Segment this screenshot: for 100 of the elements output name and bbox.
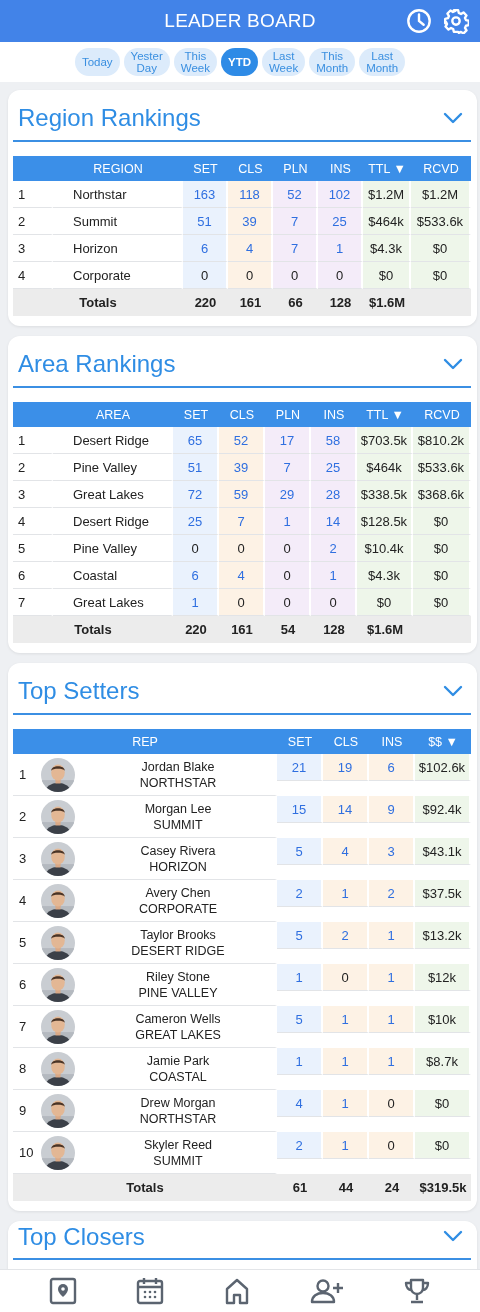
column-header[interactable]: INS xyxy=(318,156,363,181)
chevron-down-icon[interactable] xyxy=(443,358,463,370)
rep-cell[interactable]: 4 Avery Chen CORPORATE xyxy=(13,880,277,922)
chevron-down-icon[interactable] xyxy=(443,1230,463,1243)
table-cell: $533.6k xyxy=(413,454,471,481)
table-cell: 14 xyxy=(323,796,369,823)
table-cell: $0 xyxy=(413,535,471,562)
table-cell: 1 xyxy=(323,880,369,907)
rep-name: Jordan Blake xyxy=(141,758,215,775)
column-header[interactable]: $$ ▼ xyxy=(415,729,471,754)
period-tab[interactable]: Last Week xyxy=(261,48,306,76)
period-tab[interactable]: Last Month xyxy=(359,48,406,76)
column-header[interactable]: SET xyxy=(173,402,219,427)
period-tab[interactable]: This Month xyxy=(309,48,356,76)
calendar-icon[interactable] xyxy=(136,1277,165,1305)
total-cell xyxy=(413,616,471,643)
table-cell: 2 xyxy=(323,922,369,949)
column-header[interactable]: INS xyxy=(369,729,415,754)
table-cell: $464k xyxy=(363,208,411,235)
column-header: REGION xyxy=(53,156,183,181)
rep-cell[interactable]: 1 Jordan Blake NORTHSTAR xyxy=(13,754,277,796)
add-user-icon[interactable] xyxy=(309,1277,344,1305)
table-cell: 21 xyxy=(277,754,323,781)
page-title: LEADER BOARD xyxy=(164,10,316,32)
table-cell: 1 xyxy=(173,589,219,616)
period-tab[interactable]: YTD xyxy=(220,48,258,76)
total-cell: $1.6M xyxy=(357,616,413,643)
chevron-down-icon[interactable] xyxy=(443,685,463,697)
table-cell: 0 xyxy=(173,535,219,562)
column-header[interactable]: CLS xyxy=(323,729,369,754)
column-header[interactable]: PLN xyxy=(265,402,311,427)
table-cell: 19 xyxy=(323,754,369,781)
rank-number: 8 xyxy=(19,1061,28,1076)
table-cell: 2 xyxy=(369,880,415,907)
clock-icon[interactable] xyxy=(406,8,432,34)
total-cell: 161 xyxy=(219,616,265,643)
table-cell: $0 xyxy=(415,1090,471,1117)
chevron-down-icon[interactable] xyxy=(443,112,463,124)
total-cell: 220 xyxy=(173,616,219,643)
section-title: Top Closers xyxy=(18,1224,145,1251)
trophy-icon[interactable] xyxy=(402,1277,431,1305)
column-header[interactable]: PLN xyxy=(273,156,318,181)
total-cell: 44 xyxy=(323,1174,369,1201)
table-cell: $43.1k xyxy=(415,838,471,865)
rep-cell[interactable]: 3 Casey Rivera HORIZON xyxy=(13,838,277,880)
table-cell: 65 xyxy=(173,427,219,454)
rep-cell[interactable]: 6 Riley Stone PINE VALLEY xyxy=(13,964,277,1006)
rank-cell: 6 xyxy=(13,562,53,589)
rep-cell[interactable]: 8 Jamie Park COASTAL xyxy=(13,1048,277,1090)
table-cell: 6 xyxy=(369,754,415,781)
column-header[interactable]: SET xyxy=(277,729,323,754)
totals-label: Totals xyxy=(13,1174,277,1201)
table-cell: $0 xyxy=(357,589,413,616)
totals-label: Totals xyxy=(13,616,173,643)
table-cell: 17 xyxy=(265,427,311,454)
table-cell: 51 xyxy=(173,454,219,481)
period-tab[interactable]: Today xyxy=(74,48,120,76)
column-header[interactable]: SET xyxy=(183,156,228,181)
table-cell: $1.2M xyxy=(411,181,471,208)
table-cell: 0 xyxy=(228,262,273,289)
rank-cell: 2 xyxy=(13,208,53,235)
rep-cell[interactable]: 5 Taylor Brooks DESERT RIDGE xyxy=(13,922,277,964)
total-cell: $1.6M xyxy=(363,289,411,316)
total-cell: $319.5k xyxy=(415,1174,471,1201)
rep-area: NORTHSTAR xyxy=(139,774,217,791)
column-header[interactable]: RCVD xyxy=(411,156,471,181)
column-header[interactable]: CLS xyxy=(219,402,265,427)
rank-number: 2 xyxy=(19,809,28,824)
table-cell: $703.5k xyxy=(357,427,413,454)
settings-icon[interactable] xyxy=(443,8,469,34)
rep-cell[interactable]: 7 Cameron Wells GREAT LAKES xyxy=(13,1006,277,1048)
table-cell: $8.7k xyxy=(415,1048,471,1075)
rep-cell[interactable]: 2 Morgan Lee SUMMIT xyxy=(13,796,277,838)
column-header[interactable]: CLS xyxy=(228,156,273,181)
header-cell xyxy=(13,402,53,427)
column-header[interactable]: TTL ▼ xyxy=(357,402,413,427)
column-header[interactable]: TTL ▼ xyxy=(363,156,411,181)
table-cell: 0 xyxy=(265,562,311,589)
table-cell: 2 xyxy=(277,1132,323,1159)
home-icon[interactable] xyxy=(223,1277,251,1305)
table-cell: 1 xyxy=(318,235,363,262)
map-pin-icon[interactable] xyxy=(49,1277,78,1305)
total-cell: 220 xyxy=(183,289,228,316)
table-cell: 0 xyxy=(265,589,311,616)
period-tab[interactable]: This Week xyxy=(173,48,217,76)
rep-area: NORTHSTAR xyxy=(139,1110,217,1127)
table-cell: 7 xyxy=(219,508,265,535)
section-title: Area Rankings xyxy=(18,350,176,378)
column-header[interactable]: RCVD xyxy=(413,402,471,427)
period-tab[interactable]: Yester Day xyxy=(123,48,170,76)
rep-cell[interactable]: 9 Drew Morgan NORTHSTAR xyxy=(13,1090,277,1132)
table-cell: $1.2M xyxy=(363,181,411,208)
table-cell: 3 xyxy=(369,838,415,865)
table-cell: $533.6k xyxy=(411,208,471,235)
table-cell: 51 xyxy=(183,208,228,235)
table-cell: 0 xyxy=(311,589,357,616)
column-header[interactable]: INS xyxy=(311,402,357,427)
table-cell: 1 xyxy=(311,562,357,589)
table-cell: 4 xyxy=(228,235,273,262)
rep-name: Cameron Wells xyxy=(135,1010,221,1027)
